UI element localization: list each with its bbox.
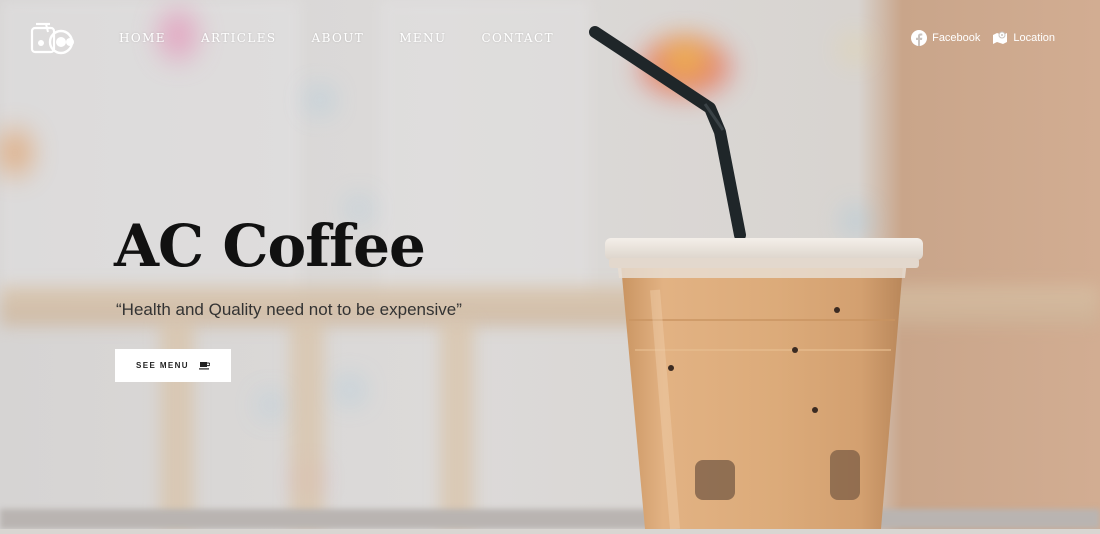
logo[interactable] <box>30 22 76 56</box>
nav-contact[interactable]: CONTACT <box>481 31 554 45</box>
nav-articles[interactable]: ARTICLES <box>201 31 277 45</box>
nav-menu[interactable]: MENU <box>399 31 446 45</box>
nav-about[interactable]: ABOUT <box>312 31 365 45</box>
map-icon <box>993 31 1008 44</box>
iced-coffee-image <box>585 20 945 530</box>
see-menu-button[interactable]: SEE MENU <box>115 349 231 382</box>
hero-title: AC Coffee <box>114 212 426 280</box>
coffee-cup-icon <box>199 362 210 370</box>
location-link[interactable]: Location <box>992 30 1055 46</box>
see-menu-label: SEE MENU <box>136 361 189 370</box>
logo-icon <box>30 22 74 55</box>
location-label: Location <box>1013 32 1055 44</box>
main-menu: HOME ARTICLES ABOUT MENU CONTACT <box>119 31 554 45</box>
nav-home[interactable]: HOME <box>119 31 166 45</box>
hero-tagline: “Health and Quality need not to be expen… <box>116 300 462 319</box>
